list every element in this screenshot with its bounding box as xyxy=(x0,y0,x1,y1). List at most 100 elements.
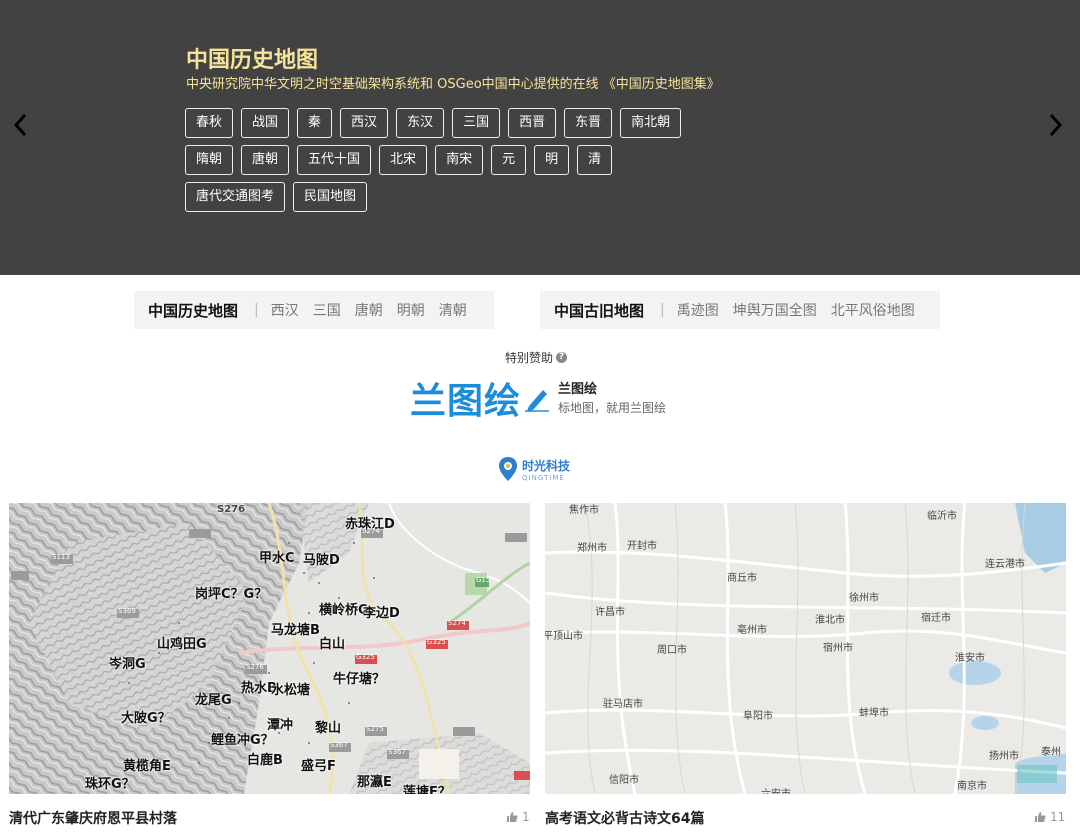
village-label: 那瀛E xyxy=(357,775,392,790)
village-label: 岑洞G xyxy=(109,657,146,672)
dynasty-chip[interactable]: 战国 xyxy=(241,108,290,138)
dynasty-chip[interactable]: 春秋 xyxy=(185,108,234,138)
ancient-nav-link[interactable]: 禹迹图 xyxy=(677,300,719,320)
banner-title: 中国历史地图 xyxy=(186,48,319,73)
history-nav-link[interactable]: 清朝 xyxy=(439,300,467,320)
village-label: 白鹿B xyxy=(247,753,283,768)
city-label: 郑州市 xyxy=(577,543,607,554)
city-label: 阜阳市 xyxy=(743,711,773,722)
dynasty-chip[interactable]: 明 xyxy=(534,145,570,175)
thumbs-up-icon xyxy=(507,812,518,822)
village-label: 黎山 xyxy=(315,721,342,736)
sponsor-label: 特别赞助 ? xyxy=(505,349,568,366)
road-label: S276 xyxy=(217,504,246,515)
dynasty-chip[interactable]: 清 xyxy=(577,145,613,175)
village-label: 水松塘 xyxy=(271,683,311,698)
ancient-map-nav-title[interactable]: 中国古旧地图 xyxy=(554,300,644,321)
city-label: 六安市 xyxy=(761,785,791,794)
history-nav-link[interactable]: 明朝 xyxy=(397,300,425,320)
map-card-thumbnail[interactable]: 焦作市 郑州市 开封市 商丘市 临沂市 连云港市 徐州市 许昌市 淮北市 宿迁市… xyxy=(545,503,1066,794)
village-label: 山鸡田G xyxy=(157,637,207,652)
city-label: 驻马店市 xyxy=(603,699,643,710)
like-count: 1 xyxy=(522,810,530,824)
help-icon[interactable]: ? xyxy=(556,352,568,363)
city-label: 许昌市 xyxy=(595,607,625,618)
history-nav-link[interactable]: 三国 xyxy=(313,300,341,320)
dynasty-chip[interactable]: 南北朝 xyxy=(620,108,682,138)
map-card-title[interactable]: 高考语文必背古诗文64篇 xyxy=(545,808,704,828)
city-label: 临沂市 xyxy=(927,511,957,522)
village-label: 岗坪C？G？ xyxy=(195,587,268,602)
dynasty-chip[interactable]: 三国 xyxy=(452,108,501,138)
chevron-right-icon xyxy=(1049,113,1063,137)
village-label: 李边D xyxy=(363,606,400,621)
location-pin-icon xyxy=(499,457,517,481)
special-map-chip[interactable]: 唐代交通图考 xyxy=(185,182,286,212)
road-map-image xyxy=(545,503,1066,794)
road-label: G325 xyxy=(427,638,446,646)
dynasty-chip[interactable]: 东晋 xyxy=(564,108,613,138)
banner-subtitle: 中央研究院中华文明之时空基础架构系统和 OSGeo中国中心提供的在线 《中国历史… xyxy=(186,77,720,92)
city-label: 泰州 xyxy=(1041,747,1061,758)
history-map-nav: 中国历史地图 | 西汉 三国 唐朝 明朝 清朝 xyxy=(134,291,494,329)
history-nav-link[interactable]: 西汉 xyxy=(271,300,299,320)
village-label: 横岭桥C xyxy=(319,603,368,618)
history-map-nav-title[interactable]: 中国历史地图 xyxy=(148,300,238,321)
carousel-next-button[interactable] xyxy=(1044,112,1066,138)
village-label: 盛弓F xyxy=(301,759,336,774)
city-label: 淮北市 xyxy=(815,615,845,626)
dynasty-chip[interactable]: 五代十国 xyxy=(297,145,372,175)
dynasty-chip[interactable]: 西晋 xyxy=(508,108,557,138)
village-label: 珠环G？ xyxy=(85,777,135,792)
road-label: S276 xyxy=(246,663,264,671)
city-label: 焦作市 xyxy=(569,505,599,516)
city-label: 亳州市 xyxy=(737,625,767,636)
dynasty-chips-row-2: 隋朝 唐朝 五代十国 北宋 南宋 元 明 清 xyxy=(185,145,613,175)
road-label: S275 xyxy=(366,725,384,733)
dynasty-chip[interactable]: 唐朝 xyxy=(241,145,290,175)
special-map-chips: 唐代交通图考 民国地图 xyxy=(185,182,368,212)
history-map-banner: 中国历史地图 中央研究院中华文明之时空基础架构系统和 OSGeo中国中心提供的在… xyxy=(0,0,1080,275)
chevron-left-icon xyxy=(13,113,27,137)
village-label: 白山 xyxy=(319,637,346,652)
dynasty-chip[interactable]: 东汉 xyxy=(396,108,445,138)
ancient-nav-link[interactable]: 北平风俗地图 xyxy=(831,300,915,320)
village-label: 龙尾G xyxy=(195,693,232,708)
village-label: 大陂G？ xyxy=(121,711,171,726)
special-map-chip[interactable]: 民国地图 xyxy=(293,182,368,212)
dynasty-chips-row-1: 春秋 战国 秦 西汉 东汉 三国 西晋 东晋 南北朝 xyxy=(185,108,682,138)
city-label: 平顶山市 xyxy=(545,631,583,642)
city-label: 周口市 xyxy=(657,645,687,656)
carousel-prev-button[interactable] xyxy=(10,112,32,138)
dynasty-chip[interactable]: 秦 xyxy=(297,108,333,138)
city-label: 蚌埠市 xyxy=(859,708,889,719)
ancient-map-nav: 中国古旧地图 | 禹迹图 坤舆万国全图 北平风俗地图 xyxy=(540,291,940,329)
partner-name-en: QINGTIME xyxy=(522,473,565,482)
village-label: 马龙塘B xyxy=(271,623,320,638)
village-label: 甲水C xyxy=(259,551,295,566)
partner-logo[interactable]: 时光科技 QINGTIME xyxy=(498,456,570,482)
lantu-logo[interactable]: 兰图绘 xyxy=(410,372,551,424)
city-label: 南京市 xyxy=(957,781,987,792)
like-button[interactable]: 1 xyxy=(506,810,530,824)
dynasty-chip[interactable]: 元 xyxy=(491,145,527,175)
village-label: 马陂D xyxy=(303,553,340,568)
sponsor-name[interactable]: 兰图绘 xyxy=(558,378,597,397)
like-button[interactable]: 11 xyxy=(1034,810,1065,824)
village-label: 牛仔塘？ xyxy=(333,672,386,687)
partner-name: 时光科技 xyxy=(522,458,571,473)
ancient-nav-link[interactable]: 坤舆万国全图 xyxy=(733,300,817,320)
road-label: S274 xyxy=(448,619,466,627)
dynasty-chip[interactable]: 西汉 xyxy=(340,108,389,138)
village-label: 黄榄角E xyxy=(123,759,171,774)
road-label: G15 xyxy=(476,576,491,584)
dynasty-chip[interactable]: 南宋 xyxy=(435,145,484,175)
road-label: S367 xyxy=(330,741,348,749)
road-label: S113 xyxy=(52,553,70,561)
dynasty-chip[interactable]: 北宋 xyxy=(379,145,428,175)
thumbs-up-icon xyxy=(1035,812,1046,822)
dynasty-chip[interactable]: 隋朝 xyxy=(185,145,234,175)
map-card-thumbnail[interactable]: S276 赤珠江D 甲水C 马陂D 岗坪C？G？ 横岭桥C 李边D 山鸡田G 马… xyxy=(9,503,530,794)
map-card-title[interactable]: 清代广东肇庆府恩平县村落 xyxy=(9,808,177,828)
history-nav-link[interactable]: 唐朝 xyxy=(355,300,383,320)
